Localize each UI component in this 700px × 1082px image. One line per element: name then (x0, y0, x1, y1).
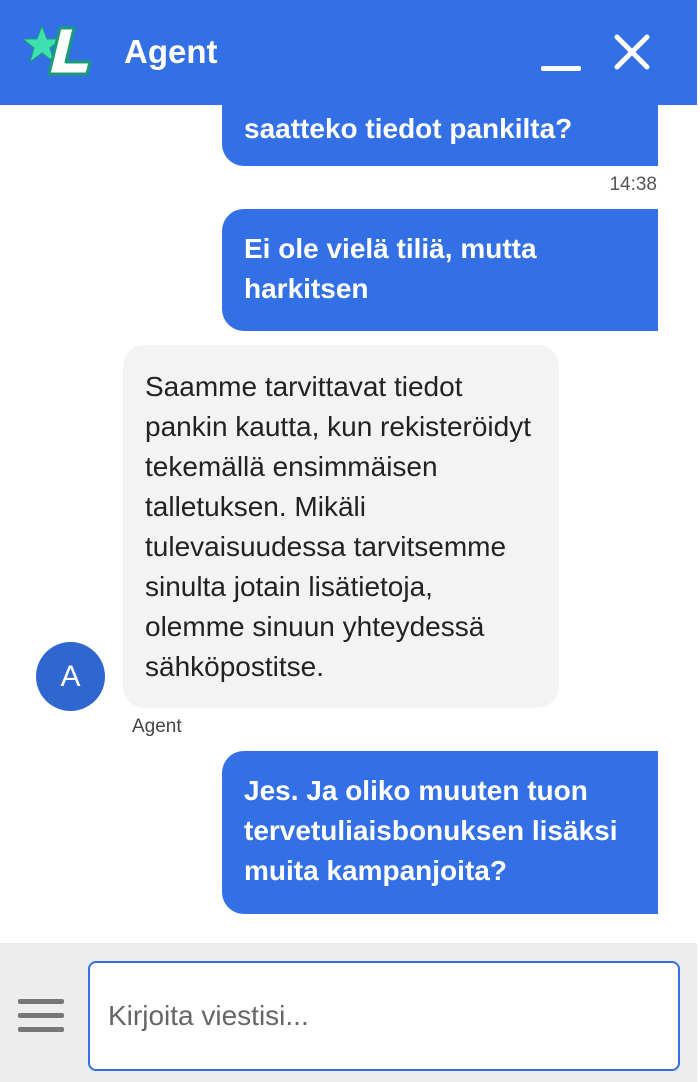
menu-button[interactable] (16, 995, 66, 1037)
message-input[interactable] (88, 961, 680, 1071)
agent-sender-name: Agent (132, 716, 182, 737)
close-button[interactable] (608, 28, 656, 76)
hamburger-menu-icon (18, 999, 64, 1004)
minimize-icon (541, 66, 581, 71)
header-title: Agent (124, 33, 218, 70)
message-timestamp: 14:38 (609, 174, 657, 195)
message-list[interactable]: saatteko tiedot pankilta? 14:38 Ei ole v… (0, 105, 697, 943)
message-text: Saamme tarvittavat tiedot pankin kautta,… (145, 371, 531, 682)
close-icon (614, 34, 650, 70)
message-text: Jes. Ja oliko muuten tuon tervetuliaisbo… (244, 775, 618, 886)
user-message-bubble: saatteko tiedot pankilta? (222, 105, 658, 166)
message-text: saatteko tiedot pankilta? (244, 113, 573, 144)
user-message-bubble: Jes. Ja oliko muuten tuon tervetuliaisbo… (222, 751, 658, 914)
hamburger-menu-icon-line (18, 1027, 64, 1032)
star-l-logo-icon (24, 24, 92, 76)
hamburger-menu-icon-line (18, 1013, 64, 1018)
composer-bar (0, 943, 697, 1082)
chat-header: Agent (0, 0, 697, 105)
minimize-button[interactable] (535, 28, 587, 76)
user-message-bubble: Ei ole vielä tiliä, mutta harkitsen (222, 209, 658, 331)
agent-message-bubble: Saamme tarvittavat tiedot pankin kautta,… (123, 345, 559, 708)
message-text: Ei ole vielä tiliä, mutta harkitsen (244, 233, 537, 304)
agent-avatar: A (36, 642, 105, 711)
